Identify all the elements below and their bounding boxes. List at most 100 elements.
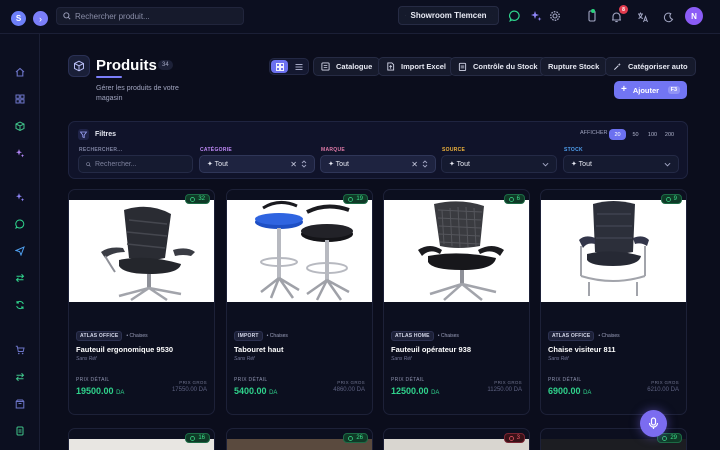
category-text: • Chaises	[266, 333, 288, 339]
retail-price: 19500.00 DA	[76, 386, 124, 396]
brand-pill: IMPORT	[234, 331, 263, 341]
microphone-icon	[648, 417, 659, 429]
stock-badge: 26	[343, 433, 368, 443]
send-icon[interactable]	[13, 244, 27, 258]
product-card[interactable]: 6 ATLAS HOME • Chaises Fauteuil opérateu…	[383, 189, 530, 415]
stock-value: ✦ Tout	[571, 161, 592, 168]
moon-icon[interactable]	[661, 10, 675, 24]
sparkles-icon[interactable]	[529, 9, 543, 23]
cart-icon[interactable]	[13, 343, 27, 357]
wholesale-price-label: PRIX GROS	[337, 380, 365, 385]
transfer-icon[interactable]	[13, 271, 27, 285]
products-box-icon[interactable]	[13, 119, 27, 133]
source-select[interactable]: ✦ Tout	[441, 155, 557, 173]
per-page-20-button[interactable]: 20	[609, 129, 626, 140]
global-search[interactable]	[56, 7, 244, 25]
chevron-down-icon	[542, 162, 549, 166]
retail-price-value: 5400.00	[234, 386, 267, 396]
per-page-100-button[interactable]: 100	[644, 129, 661, 140]
stock-box-icon	[662, 435, 668, 441]
translate-icon[interactable]	[636, 10, 650, 24]
import-excel-label: Import Excel	[401, 62, 447, 71]
expand-sidebar-button[interactable]: ›	[33, 11, 48, 26]
product-card[interactable]: 3	[383, 428, 530, 450]
exchange-icon[interactable]	[13, 370, 27, 384]
wholesale-price-label: PRIX GROS	[651, 380, 679, 385]
product-count-badge: 34	[158, 60, 173, 70]
product-card[interactable]: 16	[68, 428, 215, 450]
showroom-selector[interactable]: Showroom Tlemcen	[398, 6, 499, 25]
retail-price-label: PRIX DÉTAIL	[76, 377, 110, 383]
package-icon[interactable]	[13, 397, 27, 411]
stock-badge: 32	[185, 194, 210, 204]
out-of-stock-button[interactable]: Rupture Stock	[540, 57, 608, 76]
clipboard-icon	[458, 62, 467, 71]
search-filter-label: RECHERCHER...	[79, 147, 123, 153]
showroom-label: Showroom Tlemcen	[410, 11, 487, 20]
sync-icon[interactable]	[13, 298, 27, 312]
stock-count: 26	[356, 435, 363, 441]
clear-category-icon[interactable]: ✕	[290, 160, 297, 169]
product-card[interactable]: 26	[226, 428, 373, 450]
settings-icon[interactable]	[548, 9, 562, 23]
retail-price-value: 19500.00	[76, 386, 114, 396]
product-card[interactable]: 32 ATLAS OFFICE • Chaises Fauteuil ergon…	[68, 189, 215, 415]
retail-price: 5400.00 DA	[234, 386, 277, 396]
stock-badge: 19	[343, 194, 368, 204]
stock-box-icon	[348, 435, 354, 441]
stock-select[interactable]: ✦ Tout	[563, 155, 679, 173]
category-value: ✦ Tout	[207, 161, 228, 168]
document-icon[interactable]	[13, 424, 27, 438]
stock-box-icon	[348, 196, 354, 202]
product-card[interactable]: 9 ATLAS OFFICE • Chaises Chaise visiteur…	[540, 189, 687, 415]
category-text: • Chaises	[598, 333, 620, 339]
home-icon[interactable]	[13, 65, 27, 79]
chat-icon[interactable]	[508, 9, 522, 23]
dashboard-icon[interactable]	[13, 92, 27, 106]
whatsapp-icon[interactable]	[13, 217, 27, 231]
product-ref: Sans Réf	[391, 356, 412, 362]
product-card[interactable]: 19 IMPORT • Chaises Tabouret haut Sans R…	[226, 189, 373, 415]
catalogue-button[interactable]: Catalogue	[313, 57, 381, 76]
per-page-200-button[interactable]: 200	[661, 129, 678, 140]
ai-sparkles-icon[interactable]	[13, 146, 27, 160]
brand-select[interactable]: ✦ Tout ✕	[320, 155, 436, 173]
category-text: • Chaises	[437, 333, 459, 339]
workspace-avatar[interactable]: S	[11, 11, 26, 26]
product-image	[69, 200, 214, 302]
updown-chevron-icon	[301, 160, 307, 168]
product-ref: Sans Réf	[76, 356, 97, 362]
stock-box-icon	[508, 196, 514, 202]
add-product-label: Ajouter	[632, 85, 660, 95]
grid-view-button[interactable]	[271, 60, 288, 73]
product-image	[384, 200, 529, 302]
stock-badge: 6	[503, 194, 525, 204]
voice-assistant-button[interactable]	[640, 410, 667, 437]
user-avatar[interactable]: N	[685, 7, 703, 25]
location-pin-icon	[405, 15, 406, 16]
global-search-input[interactable]	[75, 11, 235, 21]
product-search-field[interactable]	[78, 155, 193, 173]
auto-categorize-label: Catégoriser auto	[628, 62, 688, 71]
assistant-sparkles-icon[interactable]	[13, 190, 27, 204]
product-search-input[interactable]	[95, 160, 185, 168]
updown-chevron-icon	[422, 160, 428, 168]
product-card[interactable]: 29	[540, 428, 687, 450]
wholesale-price: 17550.00 DA	[171, 387, 207, 393]
stock-badge: 3	[503, 433, 525, 443]
clear-brand-icon[interactable]: ✕	[411, 160, 418, 169]
currency: DA	[583, 390, 592, 396]
add-product-button[interactable]: + Ajouter F3	[614, 81, 687, 99]
per-page-50-button[interactable]: 50	[627, 129, 644, 140]
import-excel-button[interactable]: Import Excel	[378, 57, 455, 76]
brand-pill: ATLAS HOME	[391, 331, 434, 341]
category-select[interactable]: ✦ Tout ✕	[199, 155, 315, 173]
list-view-button[interactable]	[290, 60, 307, 73]
product-name: Tabouret haut	[234, 345, 284, 354]
title-underline	[96, 76, 122, 78]
retail-price-value: 12500.00	[391, 386, 429, 396]
stock-control-label: Contrôle du Stock	[473, 62, 538, 71]
auto-categorize-button[interactable]: Catégoriser auto	[605, 57, 696, 76]
stock-control-button[interactable]: Contrôle du Stock	[450, 57, 546, 76]
product-image	[541, 200, 686, 302]
